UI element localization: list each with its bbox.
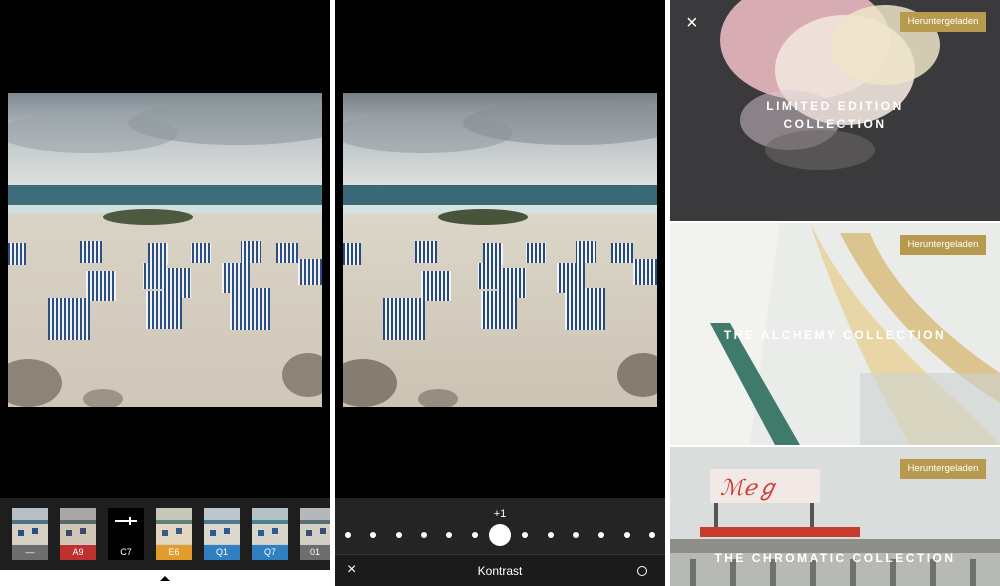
filter-thumbnail[interactable]: 01: [300, 508, 330, 560]
collection-title-line: LIMITED EDITION: [766, 99, 904, 113]
filter-thumbnail[interactable]: E6: [156, 508, 192, 560]
downloaded-badge: Heruntergeladen: [900, 12, 986, 32]
slider-tick: [623, 532, 630, 538]
filter-thumbnail[interactable]: Q7: [252, 508, 288, 560]
adjustment-value: +1: [493, 508, 507, 520]
slider-tick: [522, 532, 529, 538]
filter-thumbnail[interactable]: Q1: [204, 508, 240, 560]
collection-card[interactable]: ℳℯℊ Heruntergeladen THE CHROMATIC COLLEC…: [670, 447, 1000, 586]
collection-title: THE CHROMATIC COLLECTION: [714, 551, 956, 565]
slider-tick: [446, 532, 453, 538]
filter-label: —: [12, 545, 48, 560]
contrast-slider[interactable]: [345, 524, 655, 546]
filter-screen: — A9 C7 E6 Q1 Q7 01: [0, 0, 330, 586]
filter-label: A9: [60, 545, 96, 560]
filter-thumbnail-selected[interactable]: C7: [108, 508, 144, 560]
filter-label: E6: [156, 545, 192, 560]
adjustment-panel: +1 × Kontrast: [335, 498, 665, 586]
slider-tick: [345, 532, 351, 538]
adjust-screen: +1 × Kontrast: [335, 0, 665, 586]
downloaded-badge: Heruntergeladen: [900, 459, 986, 479]
adjust-slider-icon: [115, 517, 137, 525]
slider-tick: [370, 532, 377, 538]
beach-photo: [8, 93, 322, 407]
slider-knob[interactable]: [489, 524, 511, 546]
confirm-circle-icon[interactable]: [637, 566, 647, 576]
filter-thumbnail[interactable]: A9: [60, 508, 96, 560]
slider-tick: [598, 532, 605, 538]
slider-tick: [395, 532, 402, 538]
filter-thumbnail[interactable]: —: [12, 508, 48, 560]
adjustment-title: Kontrast: [477, 564, 523, 578]
collection-title: LIMITED EDITION COLLECTION: [670, 97, 1000, 133]
downloaded-badge: Heruntergeladen: [900, 235, 986, 255]
slider-tick: [649, 532, 655, 538]
slider-tick: [421, 532, 427, 538]
collections-screen: × Heruntergeladen LIMITED EDITION COLLEC…: [670, 0, 1000, 586]
filter-strip[interactable]: — A9 C7 E6 Q1 Q7 01: [0, 498, 330, 570]
slider-tick: [547, 532, 554, 538]
collection-card[interactable]: Heruntergeladen THE ALCHEMY COLLECTION: [670, 223, 1000, 445]
adjustment-footer: × Kontrast: [335, 554, 665, 586]
filter-label: 01: [300, 545, 330, 560]
svg-text:ℳℯℊ: ℳℯℊ: [720, 475, 779, 501]
caret-up-icon[interactable]: [160, 576, 170, 581]
collection-title-line: COLLECTION: [783, 117, 887, 131]
bottom-tab-bar: [0, 570, 330, 586]
filter-label: C7: [120, 547, 132, 557]
filter-label: Q7: [252, 545, 288, 560]
slider-tick: [471, 532, 478, 538]
screenshot-collage: — A9 C7 E6 Q1 Q7 01 +1 × Kontrast × Heru…: [0, 0, 1000, 586]
collection-title: THE ALCHEMY COLLECTION: [723, 328, 947, 342]
collection-card[interactable]: × Heruntergeladen LIMITED EDITION COLLEC…: [670, 0, 1000, 221]
close-icon[interactable]: ×: [686, 13, 704, 33]
slider-tick: [573, 532, 579, 538]
beach-photo: [343, 93, 657, 407]
filter-label: Q1: [204, 545, 240, 560]
